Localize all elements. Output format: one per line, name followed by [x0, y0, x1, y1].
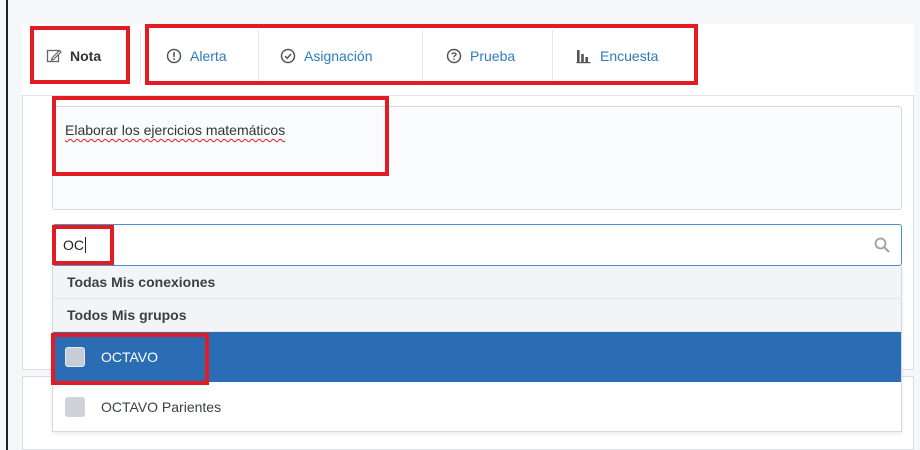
- tab-encuesta[interactable]: Encuesta: [576, 34, 658, 78]
- tab-encuesta-label: Encuesta: [600, 48, 659, 64]
- search-value: OC: [63, 237, 84, 253]
- edit-icon: [46, 49, 62, 63]
- tab-nota[interactable]: Nota: [46, 34, 101, 78]
- recipients-search-input[interactable]: OC: [52, 224, 902, 266]
- option-label: OCTAVO: [101, 349, 159, 365]
- check-circle-icon: [280, 48, 296, 64]
- message-text: Elaborar los ejercicios matemáticos: [65, 122, 286, 138]
- checkbox[interactable]: [65, 347, 85, 367]
- tab-divider: [552, 30, 553, 84]
- tab-divider: [258, 30, 259, 84]
- group-groups-label: Todos Mis grupos: [67, 307, 187, 323]
- checkbox[interactable]: [65, 397, 85, 417]
- tab-alerta-label: Alerta: [190, 48, 227, 64]
- tab-alerta[interactable]: Alerta: [166, 34, 227, 78]
- bar-chart-icon: [576, 50, 591, 64]
- tab-prueba[interactable]: Prueba: [446, 34, 515, 78]
- option-octavo-parientes[interactable]: OCTAVO Parientes: [53, 382, 901, 432]
- option-label: OCTAVO Parientes: [101, 399, 222, 415]
- tab-asignacion-label: Asignación: [304, 48, 373, 64]
- tab-asignacion[interactable]: Asignación: [280, 34, 373, 78]
- question-circle-icon: [446, 48, 462, 64]
- message-textarea[interactable]: Elaborar los ejercicios matemáticos: [52, 106, 902, 210]
- text-caret: [85, 237, 86, 253]
- recipients-dropdown: Todas Mis conexiones Todos Mis grupos OC…: [52, 266, 902, 432]
- group-header-connections[interactable]: Todas Mis conexiones: [53, 266, 901, 299]
- tab-nota-label: Nota: [70, 48, 102, 64]
- alert-circle-icon: [166, 48, 182, 64]
- tab-prueba-label: Prueba: [470, 48, 516, 64]
- group-connections-label: Todas Mis conexiones: [67, 274, 216, 290]
- tab-divider: [422, 30, 423, 84]
- tab-divider: [140, 30, 141, 84]
- group-header-groups[interactable]: Todos Mis grupos: [53, 299, 901, 332]
- option-octavo[interactable]: OCTAVO: [53, 332, 901, 382]
- search-icon[interactable]: [873, 236, 891, 254]
